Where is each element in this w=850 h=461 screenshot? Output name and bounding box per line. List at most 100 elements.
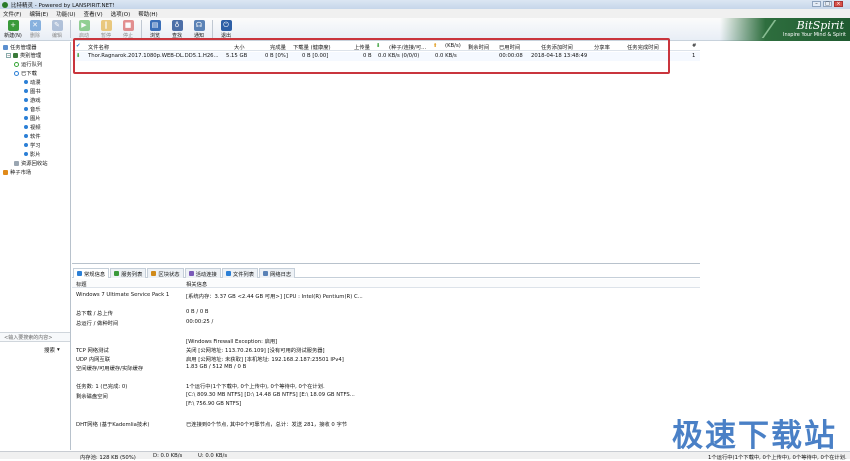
menu-file[interactable]: 文件(F): [3, 10, 21, 18]
task-list: ✔ 文件名称 大小 完成量 下载量 (健康度) 上传量 ⬇ (种子/连接/可..…: [72, 42, 700, 264]
pause-icon: ‖: [100, 20, 112, 31]
recycle-bin-icon: [14, 160, 19, 166]
sidebar-item-label: 学习: [30, 143, 41, 149]
maximize-button[interactable]: □: [823, 1, 832, 7]
info-label: 空间缓存/可用缓存/实际缓存: [76, 366, 144, 372]
toolbar-button-edit[interactable]: ✎ 编辑: [46, 18, 68, 40]
menu-options[interactable]: 选项(O): [111, 10, 131, 18]
info-label: 剩余磁盘空间: [76, 394, 108, 400]
tab-1[interactable]: 服务列表: [110, 268, 147, 278]
toolbar-button-start[interactable]: ▶ 启动: [73, 18, 95, 40]
info-label: 任务数: 1 (已完成: 0): [76, 384, 128, 390]
toolbar-label: 编辑: [51, 33, 62, 39]
watermark: 极速下载站: [672, 418, 837, 454]
toolbar-button-delete[interactable]: ✕ 删除: [24, 18, 46, 40]
tab-icon: [151, 271, 157, 276]
logo-name: BitSpirit: [796, 19, 844, 32]
toolbar-button-pause[interactable]: ‖ 暂停: [95, 18, 117, 40]
toolbar-button-search[interactable]: ♁ 查找: [166, 18, 188, 40]
sidebar-item[interactable]: 资源回收站: [14, 159, 48, 167]
tab-5[interactable]: 网络日志: [259, 268, 296, 278]
tab-3[interactable]: 活动连接: [184, 268, 221, 278]
tab-icon: [188, 271, 194, 276]
toolbar-label: 新建(N): [4, 33, 22, 39]
tab-0[interactable]: 常规信息: [73, 268, 110, 278]
sidebar-item-label: 软件: [30, 134, 41, 140]
info-value: [Windows Firewall Exception: 启用]: [186, 339, 278, 345]
sidebar-item-label: 音乐: [30, 107, 41, 113]
delete-icon: ✕: [29, 20, 41, 31]
app-icon: [2, 1, 8, 8]
toolbar-separator: [70, 20, 71, 38]
status-down: D: 0.0 KB/s: [153, 453, 183, 459]
info-value: 启用 [公网地址: 未获取] [本机地址: 192.168.2.187:2350…: [186, 357, 344, 363]
highlight-box: [73, 38, 670, 74]
status-mem: 内存池: 128 KB (50%): [80, 455, 136, 461]
sidebar-item-label: 动漫: [30, 80, 41, 86]
category-anime-icon: [24, 80, 28, 84]
run-queue-icon: [14, 61, 19, 67]
info-label: 总运行 / 做种时间: [76, 321, 119, 327]
sidebar-item[interactable]: 种子市场: [3, 168, 31, 176]
menu-edit[interactable]: 编辑(E): [29, 10, 48, 18]
tab-4[interactable]: 文件列表: [221, 268, 259, 278]
sidebar-item-label: 视频: [30, 125, 41, 131]
sidebar-item[interactable]: 已下载: [14, 69, 37, 77]
tab-label: 网络日志: [270, 271, 292, 278]
info-col-title[interactable]: 标题: [76, 280, 87, 288]
tab-icon: [225, 271, 231, 276]
menu-view[interactable]: 查看(V): [84, 10, 103, 18]
browse-icon: ▤: [149, 20, 161, 31]
task-manager-icon: [3, 44, 8, 50]
tree-root[interactable]: 任务管理器: [3, 43, 37, 51]
sidebar-item-label: 图书: [30, 89, 41, 95]
right-panel: [700, 42, 850, 451]
sidebar-item[interactable]: 音乐: [24, 105, 41, 113]
col-number[interactable]: #: [692, 43, 696, 49]
minimize-button[interactable]: –: [812, 1, 821, 7]
info-value: 1个运行中(1个下载中, 0个上传中), 0个等待中, 0个在计划.: [186, 384, 325, 390]
sidebar-item[interactable]: 运行队列: [14, 60, 42, 68]
toolbar-button-new[interactable]: + 新建(N): [2, 18, 24, 40]
sidebar-item[interactable]: − 类别管理: [6, 51, 41, 59]
search-button[interactable]: 搜索 ▾: [44, 346, 60, 354]
info-label: UDP 内网互联: [76, 357, 111, 363]
sidebar-item-label: 已下载: [21, 71, 37, 77]
sidebar-item-label: 影片: [30, 152, 41, 158]
cell-number: 1: [692, 53, 696, 59]
toolbar-separator: [141, 20, 142, 38]
sidebar-item[interactable]: 视频: [24, 123, 41, 131]
close-button[interactable]: ×: [834, 1, 843, 7]
toolbar-button-stop[interactable]: ■ 停止: [117, 18, 139, 40]
sidebar-item-label: 游戏: [30, 98, 41, 104]
logo-tagline: Inspire Your Mind & Spirit: [783, 32, 846, 38]
sidebar-item-label: 运行队列: [21, 62, 43, 68]
sidebar-item[interactable]: 影片: [24, 150, 41, 158]
start-icon: ▶: [78, 20, 90, 31]
tab-label: 活动连接: [195, 271, 217, 278]
sidebar-item-label: 资源回收站: [21, 161, 48, 167]
menu-function[interactable]: 功能(U): [56, 10, 75, 18]
sidebar-item[interactable]: 游戏: [24, 96, 41, 104]
toolbar-button-browse[interactable]: ▤ 浏览: [144, 18, 166, 40]
collapse-icon[interactable]: −: [6, 52, 11, 58]
sidebar-item[interactable]: 图片: [24, 114, 41, 122]
sidebar-item[interactable]: 软件: [24, 132, 41, 140]
search-input[interactable]: <输入要搜索的内容>: [0, 332, 70, 342]
tab-icon: [263, 271, 269, 276]
menu-help[interactable]: 帮助(H): [138, 10, 157, 18]
info-value: 1.83 GB / 512 MB / 0 B: [186, 364, 247, 370]
info-value: 已连接到0个节点, 其中0个可靠节点，总计：发送 281，接收 0 字节: [186, 422, 348, 428]
sidebar-item-label: 图片: [30, 116, 41, 122]
sidebar-item[interactable]: 图书: [24, 87, 41, 95]
sidebar-item[interactable]: 动漫: [24, 78, 41, 86]
toolbar-button-exit[interactable]: ⏻ 退出: [215, 18, 237, 40]
tab-2[interactable]: 区块状态: [147, 268, 184, 278]
info-col-detail[interactable]: 相关信息: [186, 280, 207, 288]
toolbar-button-notify[interactable]: ☊ 通知: [188, 18, 210, 40]
detail-tabs: 常规信息 服务列表 区块状态 活动连接 文件列表 网络日志: [72, 268, 700, 278]
info-header: 标题 相关信息: [72, 279, 700, 288]
toolbar-separator: [212, 20, 213, 38]
category-images-icon: [24, 116, 28, 120]
sidebar-item[interactable]: 学习: [24, 141, 41, 149]
